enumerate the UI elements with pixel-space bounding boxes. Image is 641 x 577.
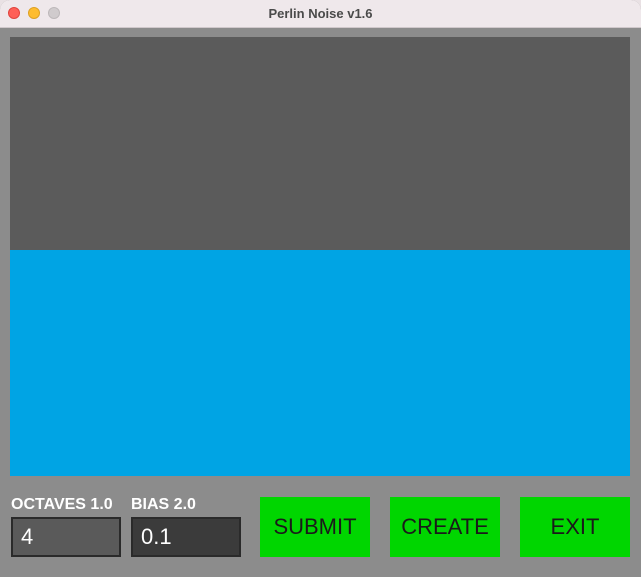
title-bar: Perlin Noise v1.6 bbox=[0, 0, 641, 28]
canvas-upper-region bbox=[10, 37, 630, 250]
create-button[interactable]: CREATE bbox=[390, 497, 500, 557]
exit-button[interactable]: EXIT bbox=[520, 497, 630, 557]
submit-button[interactable]: SUBMIT bbox=[260, 497, 370, 557]
canvas-lower-region bbox=[10, 250, 630, 476]
noise-canvas bbox=[10, 37, 630, 476]
octaves-input[interactable] bbox=[11, 517, 121, 557]
octaves-label: OCTAVES 1.0 bbox=[11, 496, 113, 513]
app-window: Perlin Noise v1.6 OCTAVES 1.0 BIAS 2.0 S… bbox=[0, 0, 641, 577]
bias-input[interactable] bbox=[131, 517, 241, 557]
window-title: Perlin Noise v1.6 bbox=[268, 6, 373, 21]
bias-label: BIAS 2.0 bbox=[131, 496, 196, 513]
